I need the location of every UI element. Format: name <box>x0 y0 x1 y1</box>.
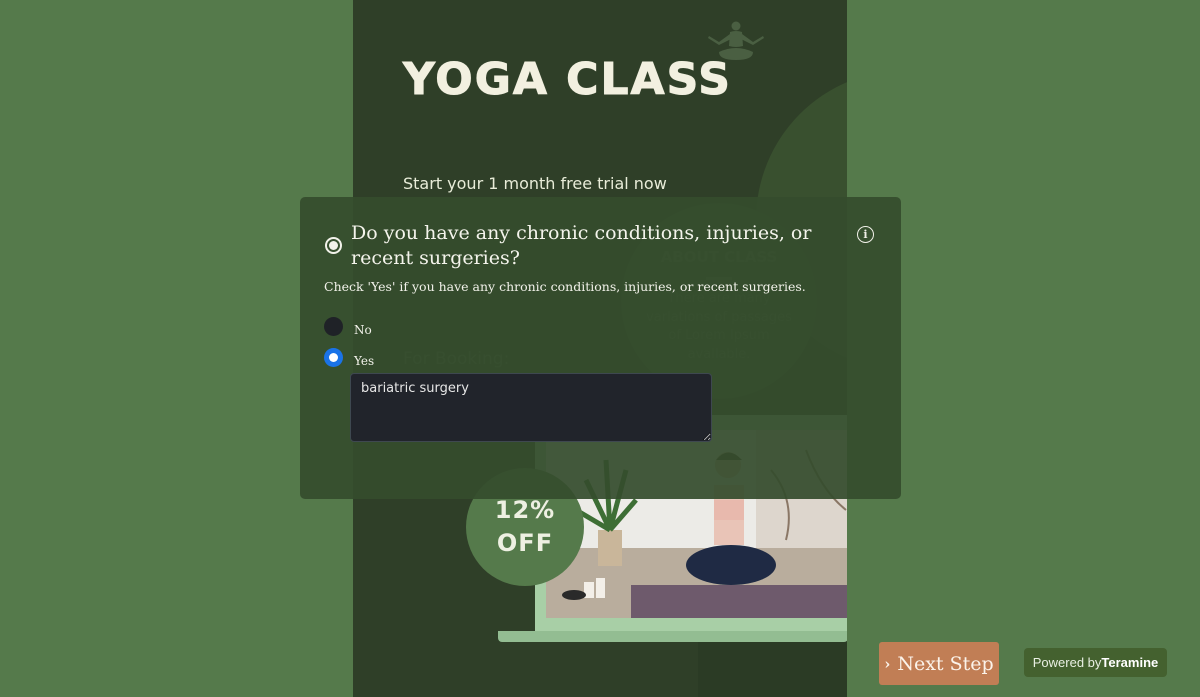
chevron-right-icon: › <box>884 654 891 673</box>
radio-no[interactable] <box>324 317 343 336</box>
radio-yes[interactable] <box>324 348 343 367</box>
question-title: Do you have any chronic conditions, inju… <box>351 222 812 269</box>
option-no-label: No <box>354 323 372 337</box>
question-card: Do you have any chronic conditions, inju… <box>300 197 901 499</box>
next-step-label: Next Step <box>897 652 994 675</box>
discount-off: OFF <box>496 529 554 557</box>
flyer-subtitle: Start your 1 month free trial now <box>403 174 667 193</box>
info-icon[interactable]: i <box>857 226 874 243</box>
option-yes-label: Yes <box>354 354 375 368</box>
question-bullet-icon <box>325 237 342 254</box>
decorative-strip <box>698 642 847 697</box>
flyer-title: YOGA CLASS <box>403 54 732 106</box>
question-hint: Check 'Yes' if you have any chronic cond… <box>324 279 806 294</box>
info-glyph: i <box>863 228 868 241</box>
option-yes[interactable]: Yes <box>324 347 374 368</box>
laptop-base <box>498 631 847 642</box>
powered-by-prefix: Powered by <box>1032 655 1102 670</box>
next-step-button[interactable]: › Next Step <box>879 642 999 685</box>
powered-by-brand: Teramine <box>1101 655 1159 670</box>
powered-by-badge[interactable]: Powered by Teramine <box>1024 648 1167 677</box>
option-no[interactable]: No <box>324 316 372 337</box>
details-textarea[interactable] <box>350 373 712 442</box>
